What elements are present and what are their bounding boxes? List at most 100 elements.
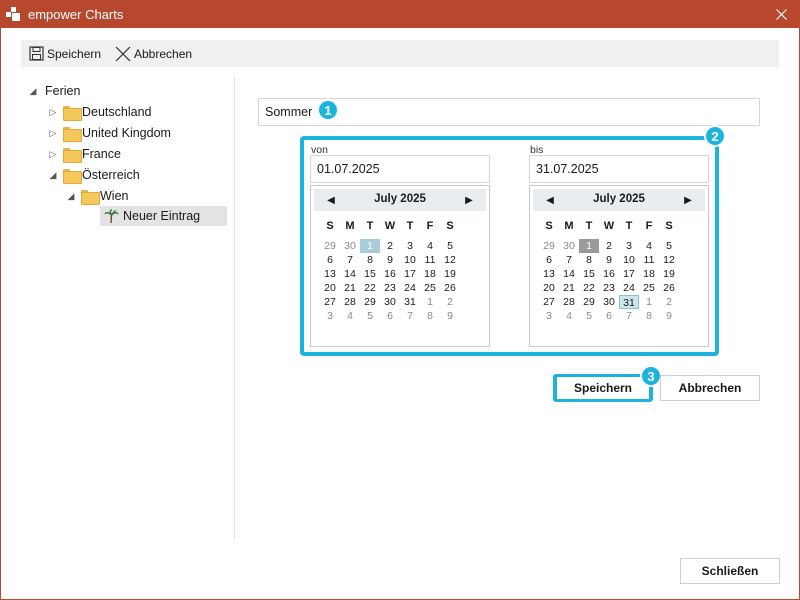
calendar-day[interactable]: 30 bbox=[380, 295, 400, 309]
calendar-day[interactable]: 17 bbox=[619, 267, 639, 281]
calendar-day[interactable]: 8 bbox=[360, 253, 380, 267]
collapsed-arrow-icon[interactable]: ▷ bbox=[47, 107, 59, 118]
calendar-day[interactable]: 25 bbox=[420, 281, 440, 295]
calendar-day[interactable]: 7 bbox=[400, 309, 420, 323]
calendar-day[interactable]: 8 bbox=[420, 309, 440, 323]
calendar-day[interactable]: 11 bbox=[639, 253, 659, 267]
from-date-input[interactable] bbox=[310, 155, 490, 183]
calendar-day[interactable]: 24 bbox=[400, 281, 420, 295]
calendar-day[interactable]: 2 bbox=[599, 239, 619, 253]
tree-item-united-kingdom[interactable]: ▷ United Kingdom bbox=[47, 123, 171, 143]
tree-item-deutschland[interactable]: ▷ Deutschland bbox=[47, 102, 152, 122]
calendar-day[interactable]: 9 bbox=[380, 253, 400, 267]
calendar-day[interactable]: 21 bbox=[340, 281, 360, 295]
calendar-day[interactable]: 5 bbox=[360, 309, 380, 323]
calendar-day[interactable]: 6 bbox=[380, 309, 400, 323]
calendar-day[interactable]: 2 bbox=[440, 295, 460, 309]
calendar-day[interactable]: 11 bbox=[420, 253, 440, 267]
calendar-day[interactable]: 21 bbox=[559, 281, 579, 295]
tree-item-neuer-eintrag[interactable]: Neuer Eintrag bbox=[100, 206, 227, 226]
calendar-day[interactable]: 19 bbox=[659, 267, 679, 281]
calendar-day[interactable]: 23 bbox=[599, 281, 619, 295]
calendar-day[interactable]: 26 bbox=[659, 281, 679, 295]
calendar-day[interactable]: 30 bbox=[340, 239, 360, 253]
calendar-day[interactable]: 22 bbox=[579, 281, 599, 295]
calendar-day[interactable]: 9 bbox=[659, 309, 679, 323]
calendar-day[interactable]: 19 bbox=[440, 267, 460, 281]
save-button[interactable]: Speichern bbox=[557, 377, 649, 399]
calendar-day[interactable]: 20 bbox=[539, 281, 559, 295]
calendar-day[interactable]: 1 bbox=[579, 239, 599, 253]
calendar-day[interactable]: 17 bbox=[400, 267, 420, 281]
collapsed-arrow-icon[interactable]: ▷ bbox=[47, 128, 59, 139]
calendar-day[interactable]: 10 bbox=[619, 253, 639, 267]
calendar-day[interactable]: 7 bbox=[559, 253, 579, 267]
calendar-day[interactable]: 12 bbox=[659, 253, 679, 267]
expanded-arrow-icon[interactable]: ◢ bbox=[65, 191, 77, 202]
calendar-day[interactable]: 4 bbox=[639, 239, 659, 253]
to-date-input[interactable] bbox=[529, 155, 709, 183]
close-window-button[interactable] bbox=[769, 3, 793, 25]
calendar-day[interactable]: 6 bbox=[539, 253, 559, 267]
calendar-day[interactable]: 10 bbox=[400, 253, 420, 267]
calendar-day[interactable]: 13 bbox=[320, 267, 340, 281]
calendar-day[interactable]: 16 bbox=[599, 267, 619, 281]
calendar-day[interactable]: 24 bbox=[619, 281, 639, 295]
calendar-day[interactable]: 29 bbox=[360, 295, 380, 309]
calendar-day[interactable]: 16 bbox=[380, 267, 400, 281]
toolbar-save-button[interactable]: Speichern bbox=[29, 44, 101, 63]
next-month-button[interactable]: ▶ bbox=[462, 193, 476, 207]
calendar-day[interactable]: 6 bbox=[320, 253, 340, 267]
calendar-day[interactable]: 15 bbox=[579, 267, 599, 281]
calendar-day[interactable]: 9 bbox=[440, 309, 460, 323]
calendar-day[interactable]: 28 bbox=[559, 295, 579, 309]
calendar-day[interactable]: 31 bbox=[619, 295, 639, 309]
calendar-day[interactable]: 1 bbox=[360, 239, 380, 253]
calendar-day[interactable]: 4 bbox=[340, 309, 360, 323]
calendar-day[interactable]: 1 bbox=[420, 295, 440, 309]
calendar-day[interactable]: 6 bbox=[599, 309, 619, 323]
calendar-day[interactable]: 1 bbox=[639, 295, 659, 309]
calendar-day[interactable]: 5 bbox=[579, 309, 599, 323]
calendar-day[interactable]: 9 bbox=[599, 253, 619, 267]
calendar-day[interactable]: 4 bbox=[559, 309, 579, 323]
calendar-day[interactable]: 28 bbox=[340, 295, 360, 309]
tree-item-oesterreich[interactable]: ◢ Österreich bbox=[47, 165, 140, 185]
calendar-day[interactable]: 29 bbox=[579, 295, 599, 309]
calendar-day[interactable]: 3 bbox=[400, 239, 420, 253]
calendar-day[interactable]: 12 bbox=[440, 253, 460, 267]
tree-item-ferien[interactable]: ◢ Ferien bbox=[27, 81, 81, 101]
calendar-day[interactable]: 25 bbox=[639, 281, 659, 295]
calendar-day[interactable]: 29 bbox=[539, 239, 559, 253]
calendar-day[interactable]: 3 bbox=[320, 309, 340, 323]
calendar-day[interactable]: 18 bbox=[420, 267, 440, 281]
calendar-day[interactable]: 31 bbox=[400, 295, 420, 309]
calendar-day[interactable]: 14 bbox=[559, 267, 579, 281]
calendar-day[interactable]: 14 bbox=[340, 267, 360, 281]
calendar-day[interactable]: 8 bbox=[639, 309, 659, 323]
calendar-day[interactable]: 27 bbox=[320, 295, 340, 309]
expanded-arrow-icon[interactable]: ◢ bbox=[27, 86, 39, 97]
close-dialog-button[interactable]: Schließen bbox=[680, 558, 780, 584]
calendar-day[interactable]: 30 bbox=[559, 239, 579, 253]
calendar-day[interactable]: 29 bbox=[320, 239, 340, 253]
calendar-day[interactable]: 7 bbox=[340, 253, 360, 267]
calendar-day[interactable]: 3 bbox=[619, 239, 639, 253]
calendar-day[interactable]: 20 bbox=[320, 281, 340, 295]
calendar-day[interactable]: 15 bbox=[360, 267, 380, 281]
tree-item-france[interactable]: ▷ France bbox=[47, 144, 121, 164]
calendar-day[interactable]: 27 bbox=[539, 295, 559, 309]
expanded-arrow-icon[interactable]: ◢ bbox=[47, 170, 59, 181]
calendar-day[interactable]: 23 bbox=[380, 281, 400, 295]
calendar-day[interactable]: 2 bbox=[380, 239, 400, 253]
calendar-day[interactable]: 3 bbox=[539, 309, 559, 323]
cancel-button[interactable]: Abbrechen bbox=[660, 375, 760, 401]
calendar-day[interactable]: 7 bbox=[619, 309, 639, 323]
calendar-day[interactable]: 26 bbox=[440, 281, 460, 295]
calendar-day[interactable]: 4 bbox=[420, 239, 440, 253]
calendar-day[interactable]: 8 bbox=[579, 253, 599, 267]
calendar-day[interactable]: 5 bbox=[440, 239, 460, 253]
calendar-day[interactable]: 5 bbox=[659, 239, 679, 253]
calendar-day[interactable]: 22 bbox=[360, 281, 380, 295]
calendar-day[interactable]: 13 bbox=[539, 267, 559, 281]
